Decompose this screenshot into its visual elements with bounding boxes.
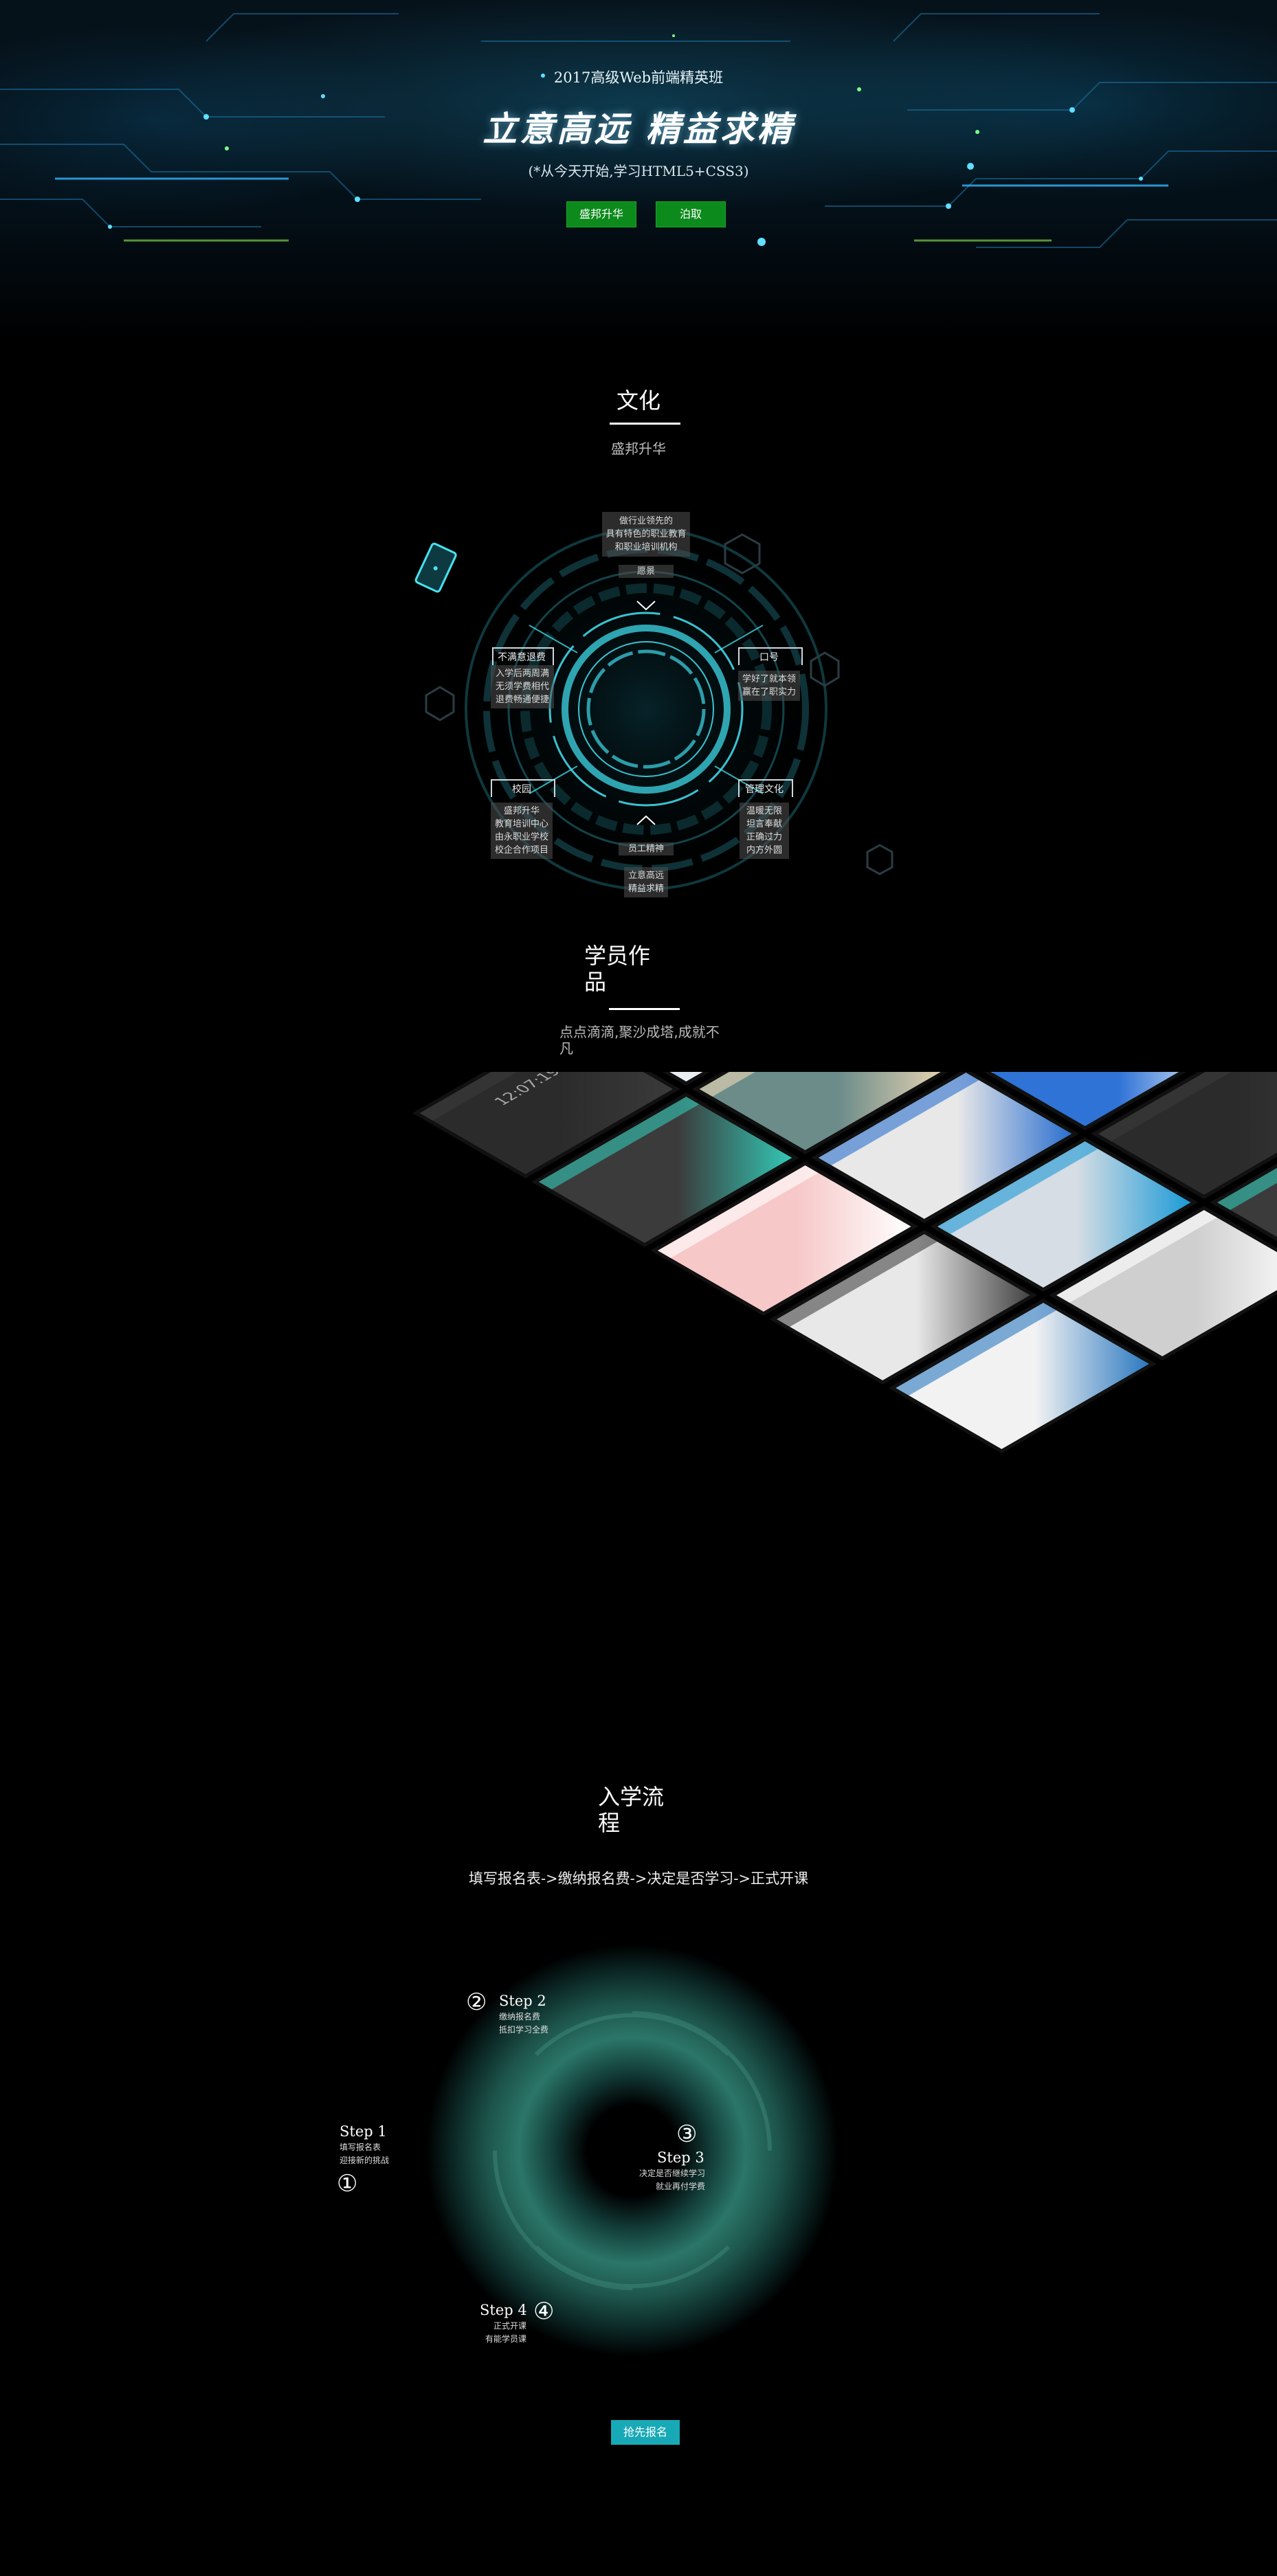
- vision-label: 愿景: [619, 565, 674, 578]
- works-desc: 点点滴滴,聚沙成塔,成就不 凡: [559, 1024, 720, 1057]
- culture-underline: [610, 423, 680, 425]
- hero-note: (*从今天开始,学习HTML5+CSS3): [528, 163, 749, 179]
- refund-box: 入学后两周满 无须学费相代 退费畅通便捷: [491, 665, 554, 708]
- hero-banner: 2017高级Web前端精英班 立意高远 精益求精 (*从今天开始,学习HTML5…: [0, 0, 1277, 344]
- chevron-up-icon: [638, 815, 657, 829]
- works-title: 学员作 品: [584, 943, 651, 995]
- step3-head: Step 3: [657, 2149, 704, 2166]
- thumbnail-header: [979, 1072, 1140, 1073]
- hero-primary-button[interactable]: 盛邦升华: [566, 201, 636, 227]
- company-box: 学好了就本领 赢在了职实力: [738, 671, 800, 701]
- step2-text: 缴纳报名费 抵扣学习全费: [499, 2012, 549, 2035]
- culture-title: 文化: [616, 388, 660, 414]
- campus-box: 盛邦升华 教育培训中心 由永职业学校 校企合作项目: [491, 803, 553, 859]
- enroll-title: 入学流 程: [598, 1784, 665, 1836]
- hero-title: 立意高远 精益求精: [482, 109, 795, 149]
- step1-text: 填写报名表 迎接新的挑战: [340, 2142, 390, 2165]
- management-box: 温暖无限 坦言奉献 正确过力 内方外圆: [740, 803, 789, 859]
- staff-label: 员工精神: [619, 842, 674, 855]
- works-plane: 12:07:19: [412, 1072, 1277, 1453]
- step1-number: ①: [337, 2170, 358, 2197]
- step4-text: 正式开课 有能学员课: [485, 2321, 526, 2344]
- staff-box: 立意高远 精益求精: [624, 867, 668, 897]
- culture-subtitle: 盛邦升华: [611, 440, 666, 457]
- enroll-flow: 填写报名表->缴纳报名费->决定是否学习->正式开课: [468, 1870, 809, 1887]
- thumbnail-header: [699, 1072, 860, 1097]
- step2-head: Step 2: [499, 1993, 546, 2009]
- culture-ring: [414, 517, 893, 901]
- hero-subtitle: 2017高级Web前端精英班: [553, 69, 724, 86]
- apply-button[interactable]: 抢先报名: [611, 2420, 680, 2445]
- step3-number: ③: [676, 2120, 698, 2148]
- campus-label: 校园: [512, 784, 531, 795]
- works-underline: [609, 1008, 680, 1010]
- step3-text: 决定是否继续学习 就业再付学费: [638, 2169, 705, 2191]
- step2-number: ②: [466, 1989, 487, 2016]
- refund-label: 不满意退费: [498, 652, 546, 663]
- step4-head: Step 4: [480, 2302, 527, 2318]
- works-gallery: 12:07:19: [0, 1072, 1277, 1745]
- company-label: 口号: [759, 652, 779, 663]
- hero-secondary-button[interactable]: 泊取: [656, 201, 726, 227]
- chevron-down-icon: [638, 596, 657, 610]
- management-label: 管理文化: [745, 784, 784, 795]
- step1-head: Step 1: [340, 2123, 387, 2140]
- step4-number: ④: [533, 2298, 555, 2325]
- vision-box: 做行业领先的 具有特色的职业教育 和职业培训机构: [602, 512, 690, 557]
